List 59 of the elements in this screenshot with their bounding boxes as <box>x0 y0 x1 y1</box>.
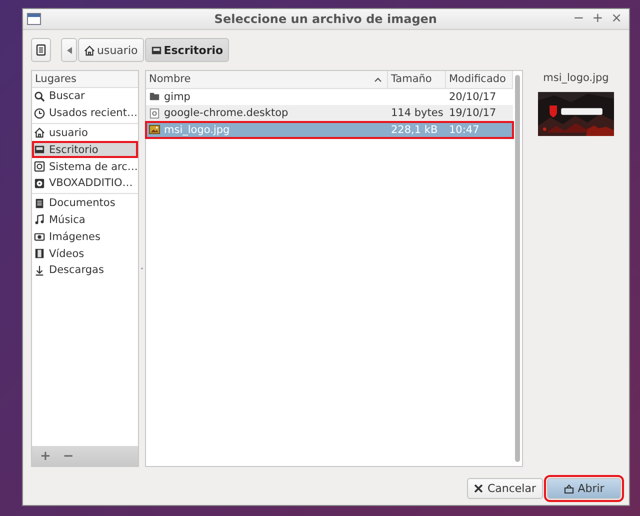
path-button[interactable]: Escritorio <box>144 38 230 62</box>
document-icon <box>34 198 45 209</box>
sidebar-item[interactable]: Documentos <box>32 194 138 212</box>
film-icon <box>34 248 45 260</box>
back-button[interactable] <box>61 38 77 62</box>
sidebar-item[interactable]: Sistema de arc… <box>32 158 138 175</box>
sidebar-item[interactable]: Descargas <box>32 262 138 279</box>
preview-filename: msi_logo.jpg <box>543 72 609 84</box>
file-name: gimp <box>164 90 190 103</box>
sidebar-item[interactable]: Música <box>32 212 138 228</box>
search-icon <box>34 90 45 102</box>
left-arrow-icon <box>66 46 72 54</box>
file-date: 10:47 <box>449 124 480 136</box>
desktop-icon <box>150 44 162 56</box>
window-title: Seleccione un archivo de imagen <box>213 12 438 26</box>
sidebar-item[interactable]: Vídeos <box>32 245 138 262</box>
window-control-button[interactable]: + <box>589 11 606 27</box>
file-row[interactable]: gimp 20/10/17 <box>146 88 513 105</box>
window-control-button[interactable]: − <box>570 11 588 27</box>
location-toggle-button[interactable] <box>31 38 51 62</box>
sidebar-item[interactable]: Usados recient… <box>32 104 138 122</box>
folder-icon <box>149 91 160 102</box>
column-header[interactable]: Nombre <box>146 71 388 88</box>
path-button[interactable]: usuario <box>78 38 144 62</box>
sidebar-heading: Lugares <box>32 71 138 88</box>
music-note-icon <box>34 214 45 226</box>
window-control-button[interactable]: × <box>608 11 625 27</box>
scrollbar[interactable] <box>515 75 520 462</box>
column-header[interactable]: Tamaño <box>388 71 446 88</box>
file-name: google-chrome.desktop <box>164 107 288 120</box>
sidebar-item[interactable]: usuario <box>32 124 138 142</box>
sidebar-item[interactable]: Imágenes <box>32 228 138 246</box>
camera-icon <box>34 231 45 242</box>
column-header[interactable]: Modificado <box>446 71 513 88</box>
sidebar-item[interactable]: Buscar <box>32 88 138 105</box>
eject-icon <box>564 484 574 494</box>
disc-icon <box>34 178 45 189</box>
home-icon <box>34 127 45 138</box>
download-icon <box>34 264 45 276</box>
file-name: msi_logo.jpg <box>164 124 230 136</box>
file-row[interactable]: google-chrome.desktop 114 bytes 19/10/17 <box>146 105 513 122</box>
sidebar-item[interactable]: Escritorio <box>32 141 138 158</box>
gear-file-icon <box>149 108 160 119</box>
image-file-icon <box>149 124 160 136</box>
open-button[interactable]: Abrir <box>547 478 621 499</box>
document-icon <box>36 44 46 56</box>
clock-icon <box>34 108 45 119</box>
file-size: 114 bytes <box>391 107 444 120</box>
window-icon <box>27 13 41 25</box>
desktop-icon <box>34 144 45 156</box>
drive-icon <box>34 161 45 172</box>
file-date: 19/10/17 <box>449 107 496 120</box>
close-icon <box>474 484 484 493</box>
file-date: 20/10/17 <box>449 90 496 103</box>
cancel-button[interactable]: Cancelar <box>467 478 543 499</box>
home-icon <box>84 44 95 56</box>
file-size: 228,1 kB <box>391 124 438 136</box>
sort-icon <box>374 76 382 82</box>
sidebar-item[interactable]: VBOXADDITIO… <box>32 174 138 192</box>
